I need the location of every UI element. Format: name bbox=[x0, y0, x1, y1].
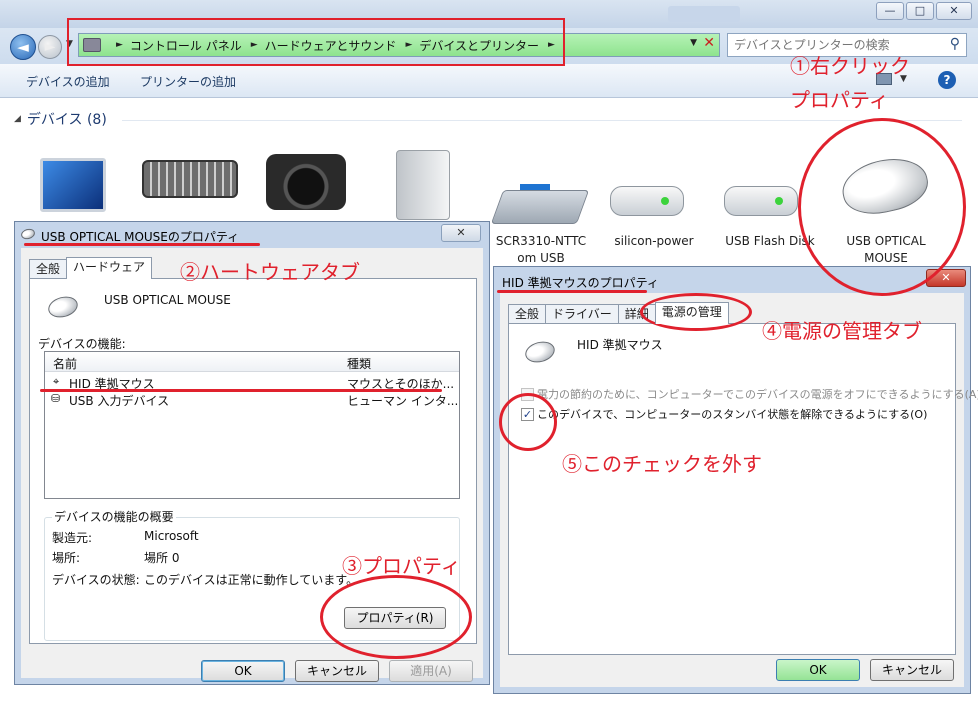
annotation-step1: ①右クリック bbox=[790, 54, 910, 78]
location-label: 場所: bbox=[52, 551, 81, 565]
usb-device-icon: ⛁ bbox=[51, 392, 61, 405]
device-label: silicon-power bbox=[614, 234, 694, 248]
help-icon[interactable]: ? bbox=[938, 71, 956, 89]
input-device-icon: ⌖ bbox=[53, 375, 60, 388]
ok-button[interactable]: OK bbox=[776, 659, 860, 681]
table-row[interactable]: ⛁ USB 入力デバイス ヒューマン インタ... bbox=[45, 391, 459, 408]
device-functions-list[interactable]: 名前 種類 ⌖ HID 準拠マウス マウスとそのほか... ⛁ USB 入力デバ… bbox=[44, 351, 460, 499]
cancel-button[interactable]: キャンセル bbox=[295, 660, 379, 682]
maximize-button[interactable]: □ bbox=[906, 2, 934, 20]
location-value: 場所 0 bbox=[144, 551, 180, 565]
usb-drive-icon[interactable] bbox=[724, 186, 798, 216]
drive-led-icon bbox=[775, 197, 783, 205]
mouse-icon bbox=[19, 227, 37, 241]
annotation-circle-checkbox bbox=[499, 393, 557, 451]
annotation-circle-mouse bbox=[798, 118, 966, 296]
annotation-circle-properties bbox=[320, 575, 472, 659]
tab-general[interactable]: 全般 bbox=[29, 259, 68, 279]
device-name: HID 準拠マウス bbox=[577, 338, 663, 352]
external-drive-icon[interactable] bbox=[396, 150, 450, 220]
camera-icon[interactable] bbox=[266, 154, 346, 210]
status-value: このデバイスは正常に動作しています。 bbox=[144, 573, 359, 587]
annotation-step4: ④電源の管理タブ bbox=[762, 319, 922, 343]
power-management-panel: HID 準拠マウス 電力の節約のために、コンピューターでこのデバイスの電源をオフ… bbox=[508, 323, 978, 655]
functions-label: デバイスの機能: bbox=[38, 337, 126, 351]
card-reader-icon[interactable] bbox=[490, 190, 590, 224]
annotation-step1-line2: プロパティ bbox=[790, 88, 889, 112]
annotation-step5: ⑤このチェックを外す bbox=[562, 452, 762, 476]
tab-hardware[interactable]: ハードウェア bbox=[66, 257, 153, 279]
device-silicon-power[interactable]: silicon-power bbox=[604, 233, 704, 250]
allow-wake-option-label: このデバイスで、コンピューターのスタンバイ状態を解除できるようにする(O) bbox=[537, 408, 928, 421]
keyboard-icon[interactable] bbox=[142, 160, 238, 198]
drive-led-icon bbox=[661, 197, 669, 205]
device-label: SCR3310-NTTC om USB bbox=[495, 234, 587, 265]
cancel-button[interactable]: キャンセル bbox=[870, 659, 954, 681]
annotation-underline-title bbox=[24, 243, 260, 246]
power-off-option-label: 電力の節約のために、コンピューターでこのデバイスの電源をオフにできるようにする(… bbox=[537, 388, 978, 401]
annotation-address-box bbox=[67, 18, 565, 66]
status-label: デバイスの状態: bbox=[52, 573, 140, 587]
add-printer-button[interactable]: プリンターの追加 bbox=[140, 73, 236, 90]
column-header-type[interactable]: 種類 bbox=[347, 355, 371, 372]
forward-arrow-icon[interactable]: ► bbox=[38, 35, 62, 59]
tab-general[interactable]: 全般 bbox=[508, 304, 547, 324]
collapse-triangle-icon[interactable]: ◢ bbox=[14, 114, 21, 124]
mouse-icon bbox=[522, 338, 558, 366]
apply-button[interactable]: 適用(A) bbox=[389, 660, 473, 682]
manufacturer-label: 製造元: bbox=[52, 531, 93, 545]
annotation-underline-row bbox=[40, 389, 442, 392]
dialog-title: HID 準拠マウスのプロパティ bbox=[502, 276, 659, 290]
manufacturer-value: Microsoft bbox=[144, 529, 199, 543]
devices-section-header[interactable]: ◢ デバイス (8) bbox=[14, 109, 107, 129]
summary-label: デバイスの機能の概要 bbox=[52, 508, 176, 525]
tab-driver[interactable]: ドライバー bbox=[545, 304, 619, 324]
device-card-reader[interactable]: SCR3310-NTTC om USB bbox=[486, 233, 596, 267]
annotation-step2: ②ハートウェアタブ bbox=[180, 260, 360, 284]
clear-address-icon[interactable]: ✕ bbox=[703, 35, 715, 51]
dialog-close-button[interactable]: ✕ bbox=[441, 224, 481, 242]
add-device-button[interactable]: デバイスの追加 bbox=[26, 73, 110, 90]
address-dropdown-icon[interactable]: ▼ bbox=[690, 38, 697, 48]
device-name: USB OPTICAL MOUSE bbox=[104, 293, 231, 307]
tab-power-management[interactable]: 電源の管理 bbox=[654, 302, 729, 324]
back-arrow-icon[interactable]: ◄ bbox=[10, 34, 36, 60]
column-header-name[interactable]: 名前 bbox=[53, 355, 77, 372]
close-button[interactable]: ✕ bbox=[936, 2, 972, 20]
monitor-icon[interactable] bbox=[40, 158, 106, 212]
minimize-button[interactable]: — bbox=[876, 2, 904, 20]
search-icon[interactable]: ⚲ bbox=[950, 36, 960, 52]
mouse-icon bbox=[45, 293, 81, 321]
annotation-underline-title2 bbox=[497, 290, 647, 293]
window-title bbox=[668, 6, 740, 22]
ok-button[interactable]: OK bbox=[201, 660, 285, 682]
usb-drive-icon[interactable] bbox=[610, 186, 684, 216]
section-divider bbox=[122, 120, 962, 121]
